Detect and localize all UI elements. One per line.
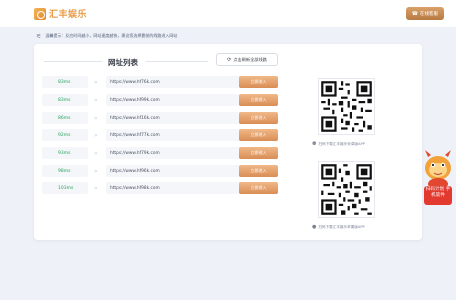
android-download-caption: ⚉ 扫码下载汇丰娱乐安卓版APP	[312, 140, 392, 148]
latency-value: 83ms	[42, 76, 88, 88]
url-field[interactable]: https://www.hf79k.com	[106, 147, 261, 159]
promo-label[interactable]: 扫码计划 手机软件	[424, 186, 452, 205]
notice-text: 温馨提示：反应时间越小，网站速度越快，建议您选择靠前的线路进入网站	[45, 33, 178, 38]
apple-icon: ●	[312, 224, 317, 230]
list-item: 98ms » https://www.hf96k.com 立即进入	[42, 165, 282, 177]
list-title: 网址列表	[108, 58, 138, 67]
logo[interactable]: 汇丰娱乐	[34, 7, 87, 20]
ios-download-caption: ● 扫码下载汇丰娱乐苹果版APP	[312, 223, 392, 231]
title-divider-right	[146, 61, 208, 62]
android-qr-code	[318, 78, 375, 135]
url-field[interactable]: https://www.hf99k.com	[106, 94, 261, 106]
list-item: 92ms » https://www.hf77k.com 立即进入	[42, 129, 282, 141]
chevron-right-icon: »	[94, 131, 98, 139]
enter-button[interactable]: 立即进入	[239, 112, 278, 124]
android-caption-text: 扫码下载汇丰娱乐安卓版APP	[318, 141, 365, 146]
enter-button[interactable]: 立即进入	[239, 147, 278, 159]
chevron-right-icon: »	[94, 114, 98, 122]
logo-text: 汇丰娱乐	[49, 10, 88, 20]
ios-qr-code	[318, 161, 375, 218]
latency-value: 92ms	[42, 129, 88, 141]
notice-bar: ⚟ 温馨提示：反应时间越小，网站速度越快，建议您选择靠前的线路进入网站	[36, 31, 426, 41]
latency-value: 93ms	[42, 147, 88, 159]
online-service-button[interactable]: ☎ 在线客服	[405, 7, 444, 20]
chevron-right-icon: »	[94, 149, 98, 157]
list-item: 83ms » https://www.hf99k.com 立即进入	[42, 94, 282, 106]
list-item: 83ms » https://www.hf76k.com 立即进入	[42, 76, 282, 88]
enter-button[interactable]: 立即进入	[239, 165, 278, 177]
latency-value: 103ms	[42, 182, 88, 194]
list-item: 93ms » https://www.hf79k.com 立即进入	[42, 147, 282, 159]
headset-icon: ☎	[411, 10, 418, 17]
url-field[interactable]: https://www.hf96k.com	[106, 165, 261, 177]
url-field[interactable]: https://www.hf98k.com	[106, 182, 261, 194]
chevron-right-icon: »	[94, 78, 98, 86]
chevron-right-icon: »	[94, 167, 98, 175]
url-field[interactable]: https://www.hf76k.com	[106, 76, 261, 88]
online-service-label: 在线客服	[420, 11, 438, 17]
title-divider-left	[44, 61, 102, 62]
latency-value: 86ms	[42, 112, 88, 124]
refresh-icon: ⟳	[227, 56, 232, 63]
url-field[interactable]: https://www.hf77k.com	[106, 129, 261, 141]
list-item: 86ms » https://www.hf16k.com 立即进入	[42, 112, 282, 124]
chevron-right-icon: »	[94, 96, 98, 104]
logo-icon	[34, 7, 46, 20]
megaphone-icon: ⚟	[36, 32, 42, 40]
top-bar: 汇丰娱乐 ☎ 在线客服	[0, 0, 456, 27]
url-field[interactable]: https://www.hf16k.com	[106, 112, 261, 124]
enter-button[interactable]: 立即进入	[239, 182, 278, 194]
chevron-right-icon: »	[94, 184, 98, 192]
android-icon: ⚉	[312, 141, 317, 147]
refresh-label: 点击刷新全部线路	[233, 56, 267, 62]
refresh-all-button[interactable]: ⟳ 点击刷新全部线路	[216, 53, 278, 66]
latency-value: 98ms	[42, 165, 88, 177]
list-item: 103ms » https://www.hf98k.com 立即进入	[42, 182, 282, 194]
latency-value: 83ms	[42, 94, 88, 106]
enter-button[interactable]: 立即进入	[239, 76, 278, 88]
enter-button[interactable]: 立即进入	[239, 129, 278, 141]
ios-caption-text: 扫码下载汇丰娱乐苹果版APP	[318, 224, 365, 229]
enter-button[interactable]: 立即进入	[239, 94, 278, 106]
